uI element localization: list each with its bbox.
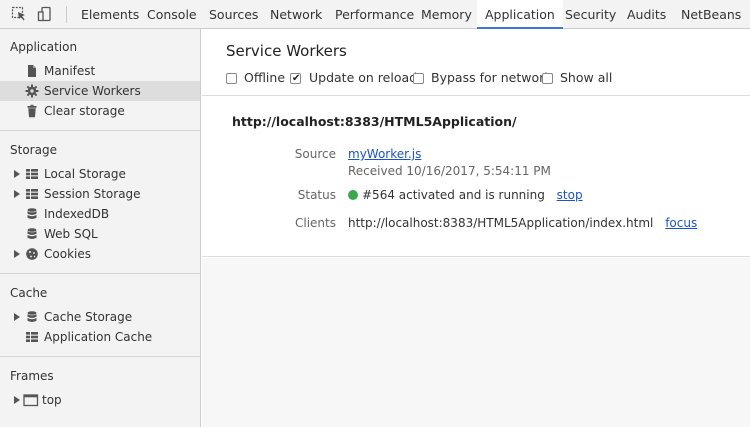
sidebar-item-label: IndexedDB [44, 207, 110, 221]
sidebar-item-service-workers[interactable]: Service Workers [0, 81, 200, 101]
file-icon [28, 65, 36, 77]
gear-icon [25, 84, 39, 98]
expand-arrow-icon[interactable] [14, 313, 20, 321]
tab-performance[interactable]: Performance [335, 0, 414, 29]
status-running-icon [348, 190, 358, 200]
sidebar-item-cookies[interactable]: Cookies [0, 244, 200, 264]
page-title: Service Workers [226, 42, 347, 60]
expand-arrow-icon[interactable] [14, 170, 20, 178]
tab-application-label: Application [485, 7, 555, 22]
sidebar-item-label: Service Workers [44, 84, 141, 98]
worker-origin: http://localhost:8383/HTML5Application/ [232, 114, 517, 129]
device-toolbar-icon[interactable] [37, 6, 53, 22]
show-all-checkbox[interactable] [542, 73, 553, 84]
expand-arrow-icon[interactable] [14, 250, 20, 258]
grid-icon [26, 332, 38, 342]
frame-icon [23, 394, 39, 407]
grid-icon [26, 169, 38, 179]
offline-checkbox[interactable] [226, 73, 237, 84]
client-url: http://localhost:8383/HTML5Application/i… [348, 216, 654, 230]
service-worker-entry: http://localhost:8383/HTML5Application/ … [202, 97, 750, 257]
section-title-storage: Storage [10, 143, 57, 157]
sidebar-item-label: Session Storage [44, 187, 141, 201]
tab-audits[interactable]: Audits [627, 0, 666, 29]
sidebar-item-label: top [42, 393, 62, 407]
panel-empty-area [202, 258, 750, 427]
sidebar-item-application-cache[interactable]: Application Cache [0, 327, 200, 347]
sidebar: Application Manifest Service Workers Cle… [0, 29, 201, 427]
update-on-reload-checkbox[interactable]: ✔ [290, 73, 301, 84]
sidebar-item-frame-top[interactable]: top [0, 390, 200, 410]
tab-memory[interactable]: Memory [421, 0, 472, 29]
bypass-for-network-label: Bypass for network [431, 70, 552, 85]
clients-value: http://localhost:8383/HTML5Application/i… [348, 216, 697, 230]
source-value: myWorker.js [348, 147, 421, 161]
tab-console[interactable]: Console [147, 0, 197, 29]
update-on-reload-label: Update on reload [309, 70, 418, 85]
sidebar-item-manifest[interactable]: Manifest [0, 61, 200, 81]
tab-network[interactable]: Network [270, 0, 322, 29]
bypass-for-network-checkbox[interactable] [413, 73, 424, 84]
status-value: #564 activated and is running stop [348, 188, 583, 202]
sidebar-item-local-storage[interactable]: Local Storage [0, 164, 200, 184]
section-title-application: Application [10, 40, 78, 54]
tab-security[interactable]: Security [565, 0, 616, 29]
sidebar-item-label: Cookies [44, 247, 91, 261]
database-icon [27, 228, 37, 239]
show-all-label: Show all [560, 70, 613, 85]
focus-link[interactable]: focus [665, 216, 697, 230]
database-icon [27, 311, 37, 322]
offline-label: Offline [244, 70, 286, 85]
grid-icon [26, 189, 38, 199]
sidebar-item-cache-storage[interactable]: Cache Storage [0, 307, 200, 327]
worker-source-link[interactable]: myWorker.js [348, 147, 421, 161]
source-label: Source [294, 147, 336, 161]
sidebar-item-indexeddb[interactable]: IndexedDB [0, 204, 200, 224]
panel-header: Service Workers Offline ✔ Update on relo… [202, 29, 750, 96]
section-title-cache: Cache [10, 286, 48, 300]
expand-arrow-icon[interactable] [14, 190, 20, 198]
database-icon [27, 208, 37, 219]
section-divider [0, 130, 200, 131]
inspect-element-icon[interactable] [11, 6, 27, 22]
sidebar-item-label: Local Storage [44, 167, 126, 181]
sidebar-item-session-storage[interactable]: Session Storage [0, 184, 200, 204]
stop-link[interactable]: stop [557, 188, 583, 202]
tab-sources[interactable]: Sources [209, 0, 258, 29]
trash-icon [27, 104, 37, 118]
expand-arrow-icon[interactable] [14, 396, 20, 404]
section-divider [0, 356, 200, 357]
toolbar-divider [66, 6, 67, 23]
tab-elements[interactable]: Elements [81, 0, 139, 29]
section-divider [0, 273, 200, 274]
clients-label: Clients [295, 216, 336, 230]
sidebar-item-label: Clear storage [44, 104, 125, 118]
service-workers-panel: Service Workers Offline ✔ Update on relo… [202, 29, 750, 427]
section-title-frames: Frames [10, 369, 54, 383]
tab-application[interactable]: Application [477, 0, 563, 29]
sidebar-item-web-sql[interactable]: Web SQL [0, 224, 200, 244]
sidebar-item-label: Manifest [44, 64, 96, 78]
cookie-icon [26, 248, 38, 260]
sidebar-item-label: Application Cache [44, 330, 153, 344]
checkmark-icon: ✔ [292, 73, 301, 84]
sidebar-item-label: Web SQL [44, 227, 98, 241]
sidebar-item-clear-storage[interactable]: Clear storage [0, 101, 200, 121]
devtools-toolbar: Elements Console Sources Network Perform… [0, 0, 750, 29]
status-text: #564 activated and is running [362, 188, 545, 202]
tab-netbeans[interactable]: NetBeans [681, 0, 741, 29]
sidebar-item-label: Cache Storage [44, 310, 133, 324]
status-label: Status [297, 188, 336, 202]
received-timestamp: Received 10/16/2017, 5:54:11 PM [348, 164, 551, 178]
